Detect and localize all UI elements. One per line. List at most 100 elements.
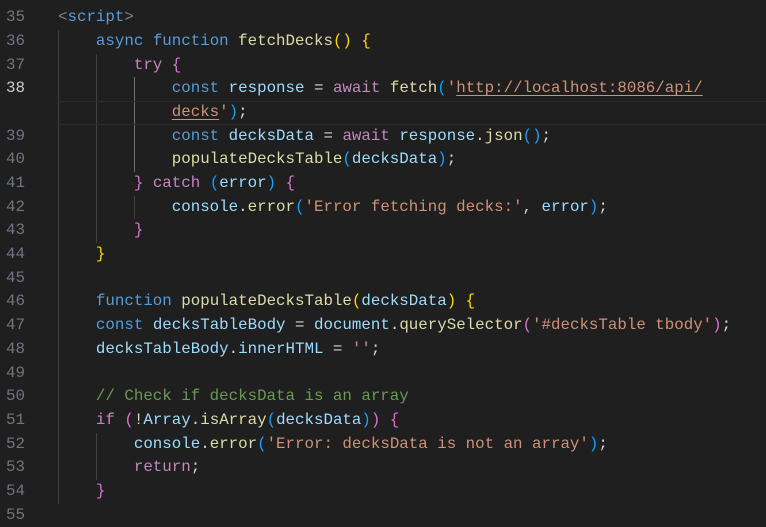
code-token: const	[171, 79, 220, 98]
code-token: 'Error: decksData is not an array'	[266, 434, 589, 453]
code-line[interactable]: 50 // Check if decksData is an array	[0, 385, 766, 409]
line-number: 53	[6, 458, 25, 477]
code-token: )	[370, 410, 381, 429]
code-line[interactable]: 54 }	[0, 479, 766, 504]
code-token[interactable]: decks	[172, 103, 219, 121]
code-token: return	[133, 458, 191, 477]
code-line[interactable]: 39 const decksData = await response.json…	[0, 124, 766, 149]
code-token: error	[209, 434, 258, 453]
code-token: populateDecksTable	[171, 150, 343, 169]
code-token: console	[171, 197, 239, 216]
code-line[interactable]: 41 } catch (error) {	[0, 172, 766, 196]
code-token: decksTableBody	[152, 316, 286, 335]
line-number: 50	[6, 387, 25, 406]
code-token: (	[209, 174, 220, 192]
code-line[interactable]: 48 decksTableBody.innerHTML = '';	[0, 337, 766, 362]
code-line[interactable]: 53 return;	[0, 456, 766, 480]
code-token: }	[133, 174, 144, 192]
code-token: // Check if decksData is an array	[95, 387, 409, 406]
code-token: console	[133, 434, 201, 453]
code-token: ;	[238, 102, 248, 121]
line-number: 49	[6, 363, 25, 382]
code-token: )	[446, 292, 457, 311]
line-number: 55	[6, 505, 25, 524]
code-token: try	[133, 55, 163, 74]
code-line[interactable]: 45	[0, 266, 766, 291]
line-number: 48	[6, 339, 25, 358]
code-token: json	[484, 126, 523, 145]
code-token: '#decksTable tbody'	[532, 316, 713, 335]
code-token: fetch	[389, 79, 438, 98]
code-line[interactable]: 49	[0, 361, 766, 386]
code-token: ,	[522, 197, 542, 216]
code-line[interactable]: 43 }	[0, 219, 766, 244]
line-number: 44	[6, 245, 25, 264]
code-token: (	[437, 79, 447, 98]
code-token: 'Error fetching decks:'	[304, 197, 523, 216]
code-line[interactable]: 51 if (!Array.isArray(decksData)) {	[0, 408, 766, 433]
line-number: 46	[6, 292, 25, 311]
line-number: 54	[6, 481, 25, 500]
code-line[interactable]: 36 async function fetchDecks() {	[0, 29, 766, 54]
code-line-wrap[interactable]: decks');	[0, 100, 766, 125]
code-line[interactable]: 52 console.error('Error: decksData is no…	[0, 432, 766, 457]
line-number: 40	[6, 150, 25, 169]
code-token: {	[361, 31, 371, 50]
indent-guide	[58, 361, 59, 386]
code-text: const response = await fetch('http://loc…	[58, 77, 703, 101]
code-line[interactable]: 42 console.error('Error fetching decks:'…	[0, 195, 766, 220]
code-token: .	[200, 434, 210, 453]
code-line[interactable]: 37 try {	[0, 53, 766, 78]
code-text: function populateDecksTable(decksData) {	[58, 290, 475, 314]
code-token: )	[266, 174, 277, 192]
code-token: decksData	[228, 126, 314, 145]
indent-guide	[58, 266, 59, 291]
code-token: ;	[598, 197, 608, 216]
line-number: 43	[6, 221, 25, 240]
code-token: }	[133, 221, 144, 240]
code-line[interactable]: 47 const decksTableBody = document.query…	[0, 314, 766, 338]
code-token: decksData	[276, 410, 362, 429]
code-token: const	[171, 126, 220, 145]
code-token: {	[465, 292, 476, 311]
code-token: .	[389, 316, 400, 335]
code-token[interactable]: http://localhost:8086/api/	[456, 79, 702, 97]
code-editor[interactable]: 3435<script>36 async function fetchDecks…	[0, 0, 766, 527]
code-line[interactable]: 38 const response = await fetch('http://…	[0, 77, 766, 101]
code-text: decks');	[58, 101, 248, 125]
code-token: function	[152, 31, 229, 50]
code-token: .	[228, 339, 239, 358]
code-token: .	[475, 126, 485, 145]
code-text: <script>	[58, 6, 134, 30]
code-token: )	[588, 434, 599, 453]
code-line[interactable]: 44 }	[0, 243, 766, 267]
code-token: (	[522, 316, 533, 335]
code-token: response	[399, 126, 476, 145]
code-token: )	[437, 150, 447, 169]
code-text: // Check if decksData is an array	[58, 385, 409, 409]
code-token: =	[304, 79, 333, 98]
code-text: }	[58, 480, 105, 504]
code-text: console.error('Error fetching decks:', e…	[58, 196, 608, 220]
code-line[interactable]: 55	[0, 504, 766, 527]
code-token: ;	[541, 126, 552, 145]
code-token: =	[313, 126, 343, 145]
code-line[interactable]: 46 function populateDecksTable(decksData…	[0, 290, 766, 315]
code-token: =	[323, 339, 352, 358]
code-token: async	[95, 31, 144, 50]
code-token: }	[95, 481, 106, 500]
code-token: )	[588, 197, 599, 216]
code-line[interactable]: 40 populateDecksTable(decksData);	[0, 148, 766, 172]
code-line[interactable]: 35 <script>	[0, 6, 766, 30]
code-token: {	[285, 174, 296, 192]
